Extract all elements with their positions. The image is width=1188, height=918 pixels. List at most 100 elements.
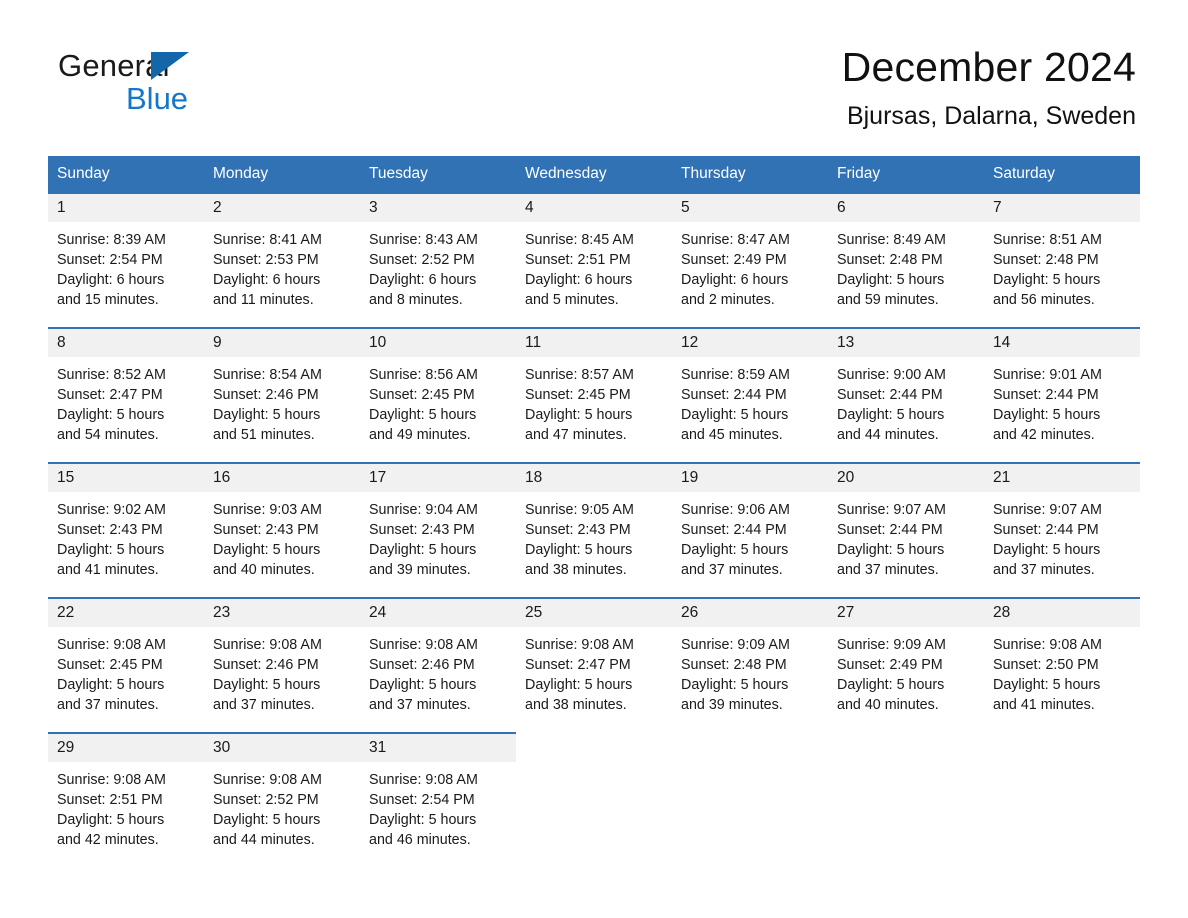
calendar-day-cell[interactable]: 7 Sunrise: 8:51 AM Sunset: 2:48 PM Daylight… — [984, 192, 1140, 328]
sunrise-text: Sunrise: 8:56 AM — [369, 367, 478, 384]
weekday-header-row: Sunday Monday Tuesday Wednesday Thursday… — [48, 156, 1140, 193]
sunrise-text: Sunrise: 9:08 AM — [57, 637, 166, 654]
calendar-day-cell[interactable]: 13 Sunrise: 9:00 AM Sunset: 2:44 PM Dayligh… — [828, 327, 984, 463]
page-header: General Blue December 2024 Bjursas, Dala… — [0, 0, 1188, 129]
calendar-day-cell[interactable]: 22 Sunrise: 9:08 AM Sunset: 2:45 PM Dayligh… — [48, 597, 204, 733]
daylight-text-line2: and 37 minutes. — [837, 562, 939, 579]
calendar-day-cell[interactable]: 14 Sunrise: 9:01 AM Sunset: 2:44 PM Dayligh… — [984, 327, 1140, 463]
calendar-day-cell[interactable]: 18 Sunrise: 9:05 AM Sunset: 2:43 PM Dayligh… — [516, 462, 672, 598]
calendar-day-cell[interactable]: 8 Sunrise: 8:52 AM Sunset: 2:47 PM Daylight… — [48, 327, 204, 463]
day-number: 27 — [828, 599, 984, 628]
sunset-text: Sunset: 2:53 PM — [213, 252, 319, 269]
calendar-day-cell[interactable]: 26 Sunrise: 9:09 AM Sunset: 2:48 PM Dayligh… — [672, 597, 828, 733]
calendar-day-cell[interactable]: 30 Sunrise: 9:08 AM Sunset: 2:52 PM Dayligh… — [204, 732, 360, 868]
day-number: 18 — [516, 464, 672, 493]
weekday-header-monday: Monday — [204, 156, 360, 193]
day-details: Sunrise: 9:08 AM Sunset: 2:54 PM Daylight:… — [360, 762, 516, 850]
calendar-day-cell[interactable]: 29 Sunrise: 9:08 AM Sunset: 2:51 PM Dayligh… — [48, 732, 204, 868]
calendar-day-cell[interactable]: 31 Sunrise: 9:08 AM Sunset: 2:54 PM Dayligh… — [360, 732, 516, 868]
day-details: Sunrise: 8:52 AM Sunset: 2:47 PM Daylight:… — [48, 357, 204, 445]
day-number: 4 — [516, 194, 672, 223]
sunset-text: Sunset: 2:44 PM — [681, 522, 787, 539]
sunrise-text: Sunrise: 9:07 AM — [993, 502, 1102, 519]
daylight-text-line2: and 56 minutes. — [993, 292, 1095, 309]
calendar-day-cell[interactable]: 5 Sunrise: 8:47 AM Sunset: 2:49 PM Daylight… — [672, 192, 828, 328]
calendar-cell-empty — [672, 733, 828, 868]
sunrise-text: Sunrise: 9:08 AM — [57, 772, 166, 789]
daylight-text-line1: Daylight: 5 hours — [57, 677, 165, 694]
calendar-day-cell[interactable]: 19 Sunrise: 9:06 AM Sunset: 2:44 PM Dayligh… — [672, 462, 828, 598]
calendar-day-cell[interactable]: 15 Sunrise: 9:02 AM Sunset: 2:43 PM Dayligh… — [48, 462, 204, 598]
calendar-day-cell[interactable]: 16 Sunrise: 9:03 AM Sunset: 2:43 PM Dayligh… — [204, 462, 360, 598]
day-details: Sunrise: 8:49 AM Sunset: 2:48 PM Daylight:… — [828, 222, 984, 310]
daylight-text-line2: and 2 minutes. — [681, 292, 775, 309]
calendar-day-cell[interactable]: 27 Sunrise: 9:09 AM Sunset: 2:49 PM Dayligh… — [828, 597, 984, 733]
daylight-text-line1: Daylight: 5 hours — [369, 407, 477, 424]
daylight-text-line1: Daylight: 5 hours — [837, 542, 945, 559]
weekday-header-sunday: Sunday — [48, 156, 204, 193]
sunset-text: Sunset: 2:44 PM — [993, 522, 1099, 539]
day-number: 23 — [204, 599, 360, 628]
day-number — [516, 734, 672, 760]
daylight-text-line2: and 41 minutes. — [57, 562, 159, 579]
calendar-day-cell[interactable]: 12 Sunrise: 8:59 AM Sunset: 2:44 PM Dayligh… — [672, 327, 828, 463]
sunrise-text: Sunrise: 9:01 AM — [993, 367, 1102, 384]
day-number: 10 — [360, 329, 516, 358]
calendar-day-cell[interactable]: 23 Sunrise: 9:08 AM Sunset: 2:46 PM Dayligh… — [204, 597, 360, 733]
calendar-day-cell[interactable]: 21 Sunrise: 9:07 AM Sunset: 2:44 PM Dayligh… — [984, 462, 1140, 598]
calendar-day-cell[interactable]: 9 Sunrise: 8:54 AM Sunset: 2:46 PM Daylight… — [204, 327, 360, 463]
calendar-week-row: 29 Sunrise: 9:08 AM Sunset: 2:51 PM Dayligh… — [48, 732, 1140, 868]
daylight-text-line2: and 39 minutes. — [369, 562, 471, 579]
day-details: Sunrise: 9:07 AM Sunset: 2:44 PM Daylight:… — [984, 492, 1140, 580]
calendar-day-cell[interactable]: 4 Sunrise: 8:45 AM Sunset: 2:51 PM Daylight… — [516, 192, 672, 328]
day-number: 31 — [360, 734, 516, 763]
daylight-text-line1: Daylight: 5 hours — [993, 677, 1101, 694]
calendar-day-cell[interactable]: 24 Sunrise: 9:08 AM Sunset: 2:46 PM Dayligh… — [360, 597, 516, 733]
day-details: Sunrise: 9:08 AM Sunset: 2:45 PM Daylight:… — [48, 627, 204, 715]
calendar-page: General Blue December 2024 Bjursas, Dala… — [0, 0, 1188, 918]
calendar-day-cell[interactable]: 6 Sunrise: 8:49 AM Sunset: 2:48 PM Daylight… — [828, 192, 984, 328]
calendar-day-cell[interactable]: 1 Sunrise: 8:39 AM Sunset: 2:54 PM Daylight… — [48, 192, 204, 328]
sunrise-text: Sunrise: 9:07 AM — [837, 502, 946, 519]
sunrise-text: Sunrise: 8:41 AM — [213, 232, 322, 249]
calendar-day-cell[interactable]: 25 Sunrise: 9:08 AM Sunset: 2:47 PM Dayligh… — [516, 597, 672, 733]
calendar-day-cell[interactable]: 17 Sunrise: 9:04 AM Sunset: 2:43 PM Dayligh… — [360, 462, 516, 598]
day-number: 11 — [516, 329, 672, 358]
page-subtitle: Bjursas, Dalarna, Sweden — [846, 102, 1136, 131]
weekday-header-tuesday: Tuesday — [360, 156, 516, 193]
day-details: Sunrise: 9:08 AM Sunset: 2:52 PM Daylight:… — [204, 762, 360, 850]
day-number: 26 — [672, 599, 828, 628]
calendar-day-cell[interactable]: 3 Sunrise: 8:43 AM Sunset: 2:52 PM Daylight… — [360, 192, 516, 328]
sunset-text: Sunset: 2:47 PM — [525, 657, 631, 674]
daylight-text-line2: and 37 minutes. — [681, 562, 783, 579]
calendar-table: Sunday Monday Tuesday Wednesday Thursday… — [48, 156, 1140, 868]
daylight-text-line2: and 54 minutes. — [57, 427, 159, 444]
daylight-text-line1: Daylight: 5 hours — [993, 407, 1101, 424]
day-number: 8 — [48, 329, 204, 358]
day-details: Sunrise: 8:59 AM Sunset: 2:44 PM Daylight:… — [672, 357, 828, 445]
day-number: 5 — [672, 194, 828, 223]
sunrise-text: Sunrise: 8:51 AM — [993, 232, 1102, 249]
day-details: Sunrise: 9:07 AM Sunset: 2:44 PM Daylight:… — [828, 492, 984, 580]
daylight-text-line1: Daylight: 5 hours — [993, 272, 1101, 289]
day-number: 25 — [516, 599, 672, 628]
day-details: Sunrise: 9:08 AM Sunset: 2:50 PM Daylight:… — [984, 627, 1140, 715]
calendar-day-cell[interactable]: 10 Sunrise: 8:56 AM Sunset: 2:45 PM Dayligh… — [360, 327, 516, 463]
sunrise-text: Sunrise: 9:03 AM — [213, 502, 322, 519]
daylight-text-line2: and 8 minutes. — [369, 292, 463, 309]
calendar-day-cell[interactable]: 11 Sunrise: 8:57 AM Sunset: 2:45 PM Dayligh… — [516, 327, 672, 463]
sunrise-text: Sunrise: 9:08 AM — [993, 637, 1102, 654]
day-details: Sunrise: 9:09 AM Sunset: 2:49 PM Daylight:… — [828, 627, 984, 715]
daylight-text-line1: Daylight: 5 hours — [213, 542, 321, 559]
daylight-text-line2: and 37 minutes. — [213, 697, 315, 714]
calendar-day-cell[interactable]: 20 Sunrise: 9:07 AM Sunset: 2:44 PM Dayligh… — [828, 462, 984, 598]
calendar-day-cell[interactable]: 2 Sunrise: 8:41 AM Sunset: 2:53 PM Daylight… — [204, 192, 360, 328]
day-number: 20 — [828, 464, 984, 493]
day-details: Sunrise: 9:08 AM Sunset: 2:46 PM Daylight:… — [204, 627, 360, 715]
calendar-day-cell[interactable]: 28 Sunrise: 9:08 AM Sunset: 2:50 PM Dayligh… — [984, 597, 1140, 733]
daylight-text-line2: and 38 minutes. — [525, 562, 627, 579]
sunset-text: Sunset: 2:49 PM — [681, 252, 787, 269]
sunset-text: Sunset: 2:43 PM — [525, 522, 631, 539]
sunrise-text: Sunrise: 8:39 AM — [57, 232, 166, 249]
sunrise-text: Sunrise: 9:05 AM — [525, 502, 634, 519]
